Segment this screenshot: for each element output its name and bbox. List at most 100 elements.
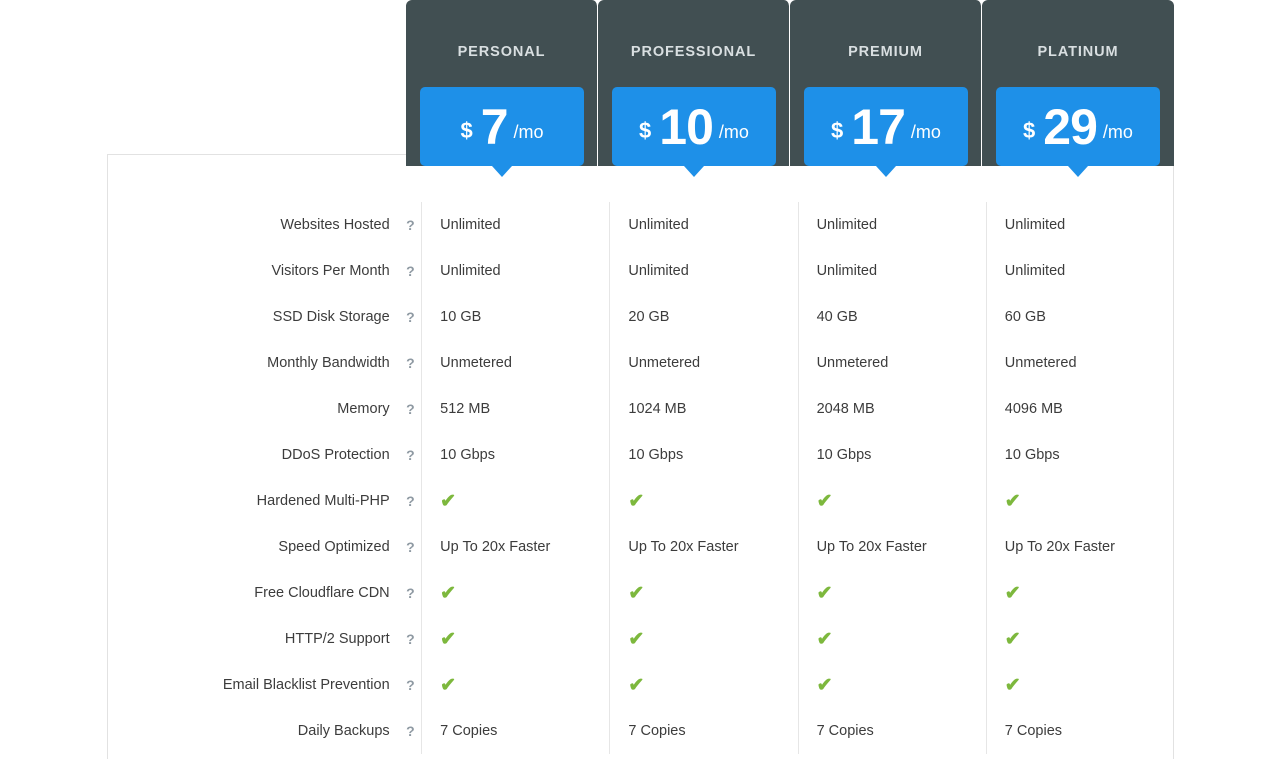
feature-value: 1024 MB [609, 386, 797, 432]
feature-value: ✔ [609, 662, 797, 708]
plan-header-professional[interactable]: PROFESSIONAL $10/mo [598, 0, 790, 166]
currency-symbol: $ [639, 120, 651, 142]
feature-value: Unmetered [421, 340, 609, 386]
currency-symbol: $ [1023, 120, 1035, 142]
check-icon: ✔ [1005, 676, 1021, 695]
check-icon: ✔ [440, 630, 456, 649]
plan-header-personal[interactable]: PERSONAL $7/mo [406, 0, 598, 166]
currency-symbol: $ [831, 120, 843, 142]
feature-value: Unlimited [798, 248, 986, 294]
feature-value: 7 Copies [421, 708, 609, 754]
help-question-icon[interactable]: ? [400, 432, 422, 478]
feature-row: DDoS Protection?10 Gbps10 Gbps10 Gbps10 … [107, 432, 1174, 478]
check-icon: ✔ [628, 492, 644, 511]
feature-value: 20 GB [609, 294, 797, 340]
help-question-icon[interactable]: ? [400, 386, 422, 432]
help-question-icon[interactable]: ? [400, 294, 422, 340]
help-question-icon[interactable]: ? [400, 570, 422, 616]
check-icon: ✔ [628, 584, 644, 603]
help-question-icon[interactable]: ? [400, 202, 422, 248]
feature-value: ✔ [986, 478, 1174, 524]
feature-value: 40 GB [798, 294, 986, 340]
help-question-icon[interactable]: ? [400, 662, 422, 708]
feature-value: Unmetered [609, 340, 797, 386]
help-question-icon[interactable]: ? [400, 248, 422, 294]
help-question-icon[interactable]: ? [400, 524, 422, 570]
feature-value: Unlimited [798, 202, 986, 248]
plan-name: PROFESSIONAL [598, 44, 789, 60]
feature-value: ✔ [421, 616, 609, 662]
help-question-icon[interactable]: ? [400, 478, 422, 524]
feature-value: ✔ [421, 478, 609, 524]
feature-value: 10 Gbps [609, 432, 797, 478]
plan-price-bubble[interactable]: $29/mo [996, 87, 1160, 166]
feature-value: Unlimited [609, 248, 797, 294]
feature-row: Email Blacklist Prevention? ✔ ✔ ✔ ✔ [107, 662, 1174, 708]
feature-label: DDoS Protection [107, 432, 400, 478]
feature-label: Monthly Bandwidth [107, 340, 400, 386]
feature-value: 10 Gbps [986, 432, 1174, 478]
feature-value: ✔ [986, 570, 1174, 616]
feature-row: Monthly Bandwidth?UnmeteredUnmeteredUnme… [107, 340, 1174, 386]
feature-value: 7 Copies [609, 708, 797, 754]
feature-value: Unmetered [986, 340, 1174, 386]
feature-value: ✔ [986, 662, 1174, 708]
check-icon: ✔ [1005, 584, 1021, 603]
feature-value: Up To 20x Faster [986, 524, 1174, 570]
check-icon: ✔ [628, 630, 644, 649]
feature-row: HTTP/2 Support?✔✔✔✔ [107, 616, 1174, 662]
price-amount: 17 [851, 102, 905, 152]
price-period: /mo [719, 123, 749, 141]
plan-name: PERSONAL [406, 44, 597, 60]
feature-label: Hardened Multi-PHP [107, 478, 400, 524]
feature-value: Up To 20x Faster [798, 524, 986, 570]
plan-price-bubble[interactable]: $10/mo [612, 87, 776, 166]
plan-header-premium[interactable]: PREMIUM$17/mo [790, 0, 982, 166]
feature-label: Free Cloudflare CDN [107, 570, 400, 616]
help-question-icon[interactable]: ? [400, 340, 422, 386]
plan-header-platinum[interactable]: PLATINUM $29/mo [982, 0, 1174, 166]
feature-value: 10 Gbps [798, 432, 986, 478]
feature-value: Unlimited [986, 248, 1174, 294]
feature-value: 512 MB [421, 386, 609, 432]
feature-value: 7 Copies [986, 708, 1174, 754]
check-icon: ✔ [440, 676, 456, 695]
feature-value: Up To 20x Faster [421, 524, 609, 570]
check-icon: ✔ [817, 584, 833, 603]
feature-row: Hardened Multi-PHP? ✔ ✔ ✔ ✔ [107, 478, 1174, 524]
feature-value: Unmetered [798, 340, 986, 386]
feature-value: ✔ [798, 478, 986, 524]
feature-value: ✔ [609, 478, 797, 524]
feature-row: Daily Backups?7 Copies7 Copies7 Copies7 … [107, 708, 1174, 754]
feature-label: Email Blacklist Prevention [107, 662, 400, 708]
check-icon: ✔ [440, 584, 456, 603]
feature-value: 4096 MB [986, 386, 1174, 432]
check-icon: ✔ [817, 676, 833, 695]
check-icon: ✔ [440, 492, 456, 511]
plan-name: PLATINUM [982, 44, 1174, 60]
plan-price-bubble[interactable]: $17/mo [804, 87, 968, 166]
check-icon: ✔ [1005, 492, 1021, 511]
feature-value: ✔ [798, 662, 986, 708]
feature-value: 10 GB [421, 294, 609, 340]
feature-label: HTTP/2 Support [107, 616, 400, 662]
help-question-icon[interactable]: ? [400, 616, 422, 662]
pricing-table-page: PERSONAL $7/mo PROFESSIONAL $10/moPREMIUM$1… [0, 0, 1278, 759]
feature-value: ✔ [421, 570, 609, 616]
check-icon: ✔ [1005, 630, 1021, 649]
check-icon: ✔ [817, 492, 833, 511]
help-question-icon[interactable]: ? [400, 708, 422, 754]
feature-value: 2048 MB [798, 386, 986, 432]
feature-label: Speed Optimized [107, 524, 400, 570]
feature-label: SSD Disk Storage [107, 294, 400, 340]
feature-row: Speed Optimized?Up To 20x FasterUp To 20… [107, 524, 1174, 570]
price-period: /mo [1103, 123, 1133, 141]
feature-value: ✔ [798, 570, 986, 616]
feature-value: ✔ [609, 570, 797, 616]
currency-symbol: $ [460, 120, 472, 142]
feature-row: SSD Disk Storage?10 GB20 GB40 GB60 GB [107, 294, 1174, 340]
plan-price-bubble[interactable]: $7/mo [420, 87, 584, 166]
plan-header-strip: PERSONAL $7/mo PROFESSIONAL $10/moPREMIUM$1… [406, 0, 1174, 166]
feature-value: 7 Copies [798, 708, 986, 754]
price-period: /mo [514, 123, 544, 141]
